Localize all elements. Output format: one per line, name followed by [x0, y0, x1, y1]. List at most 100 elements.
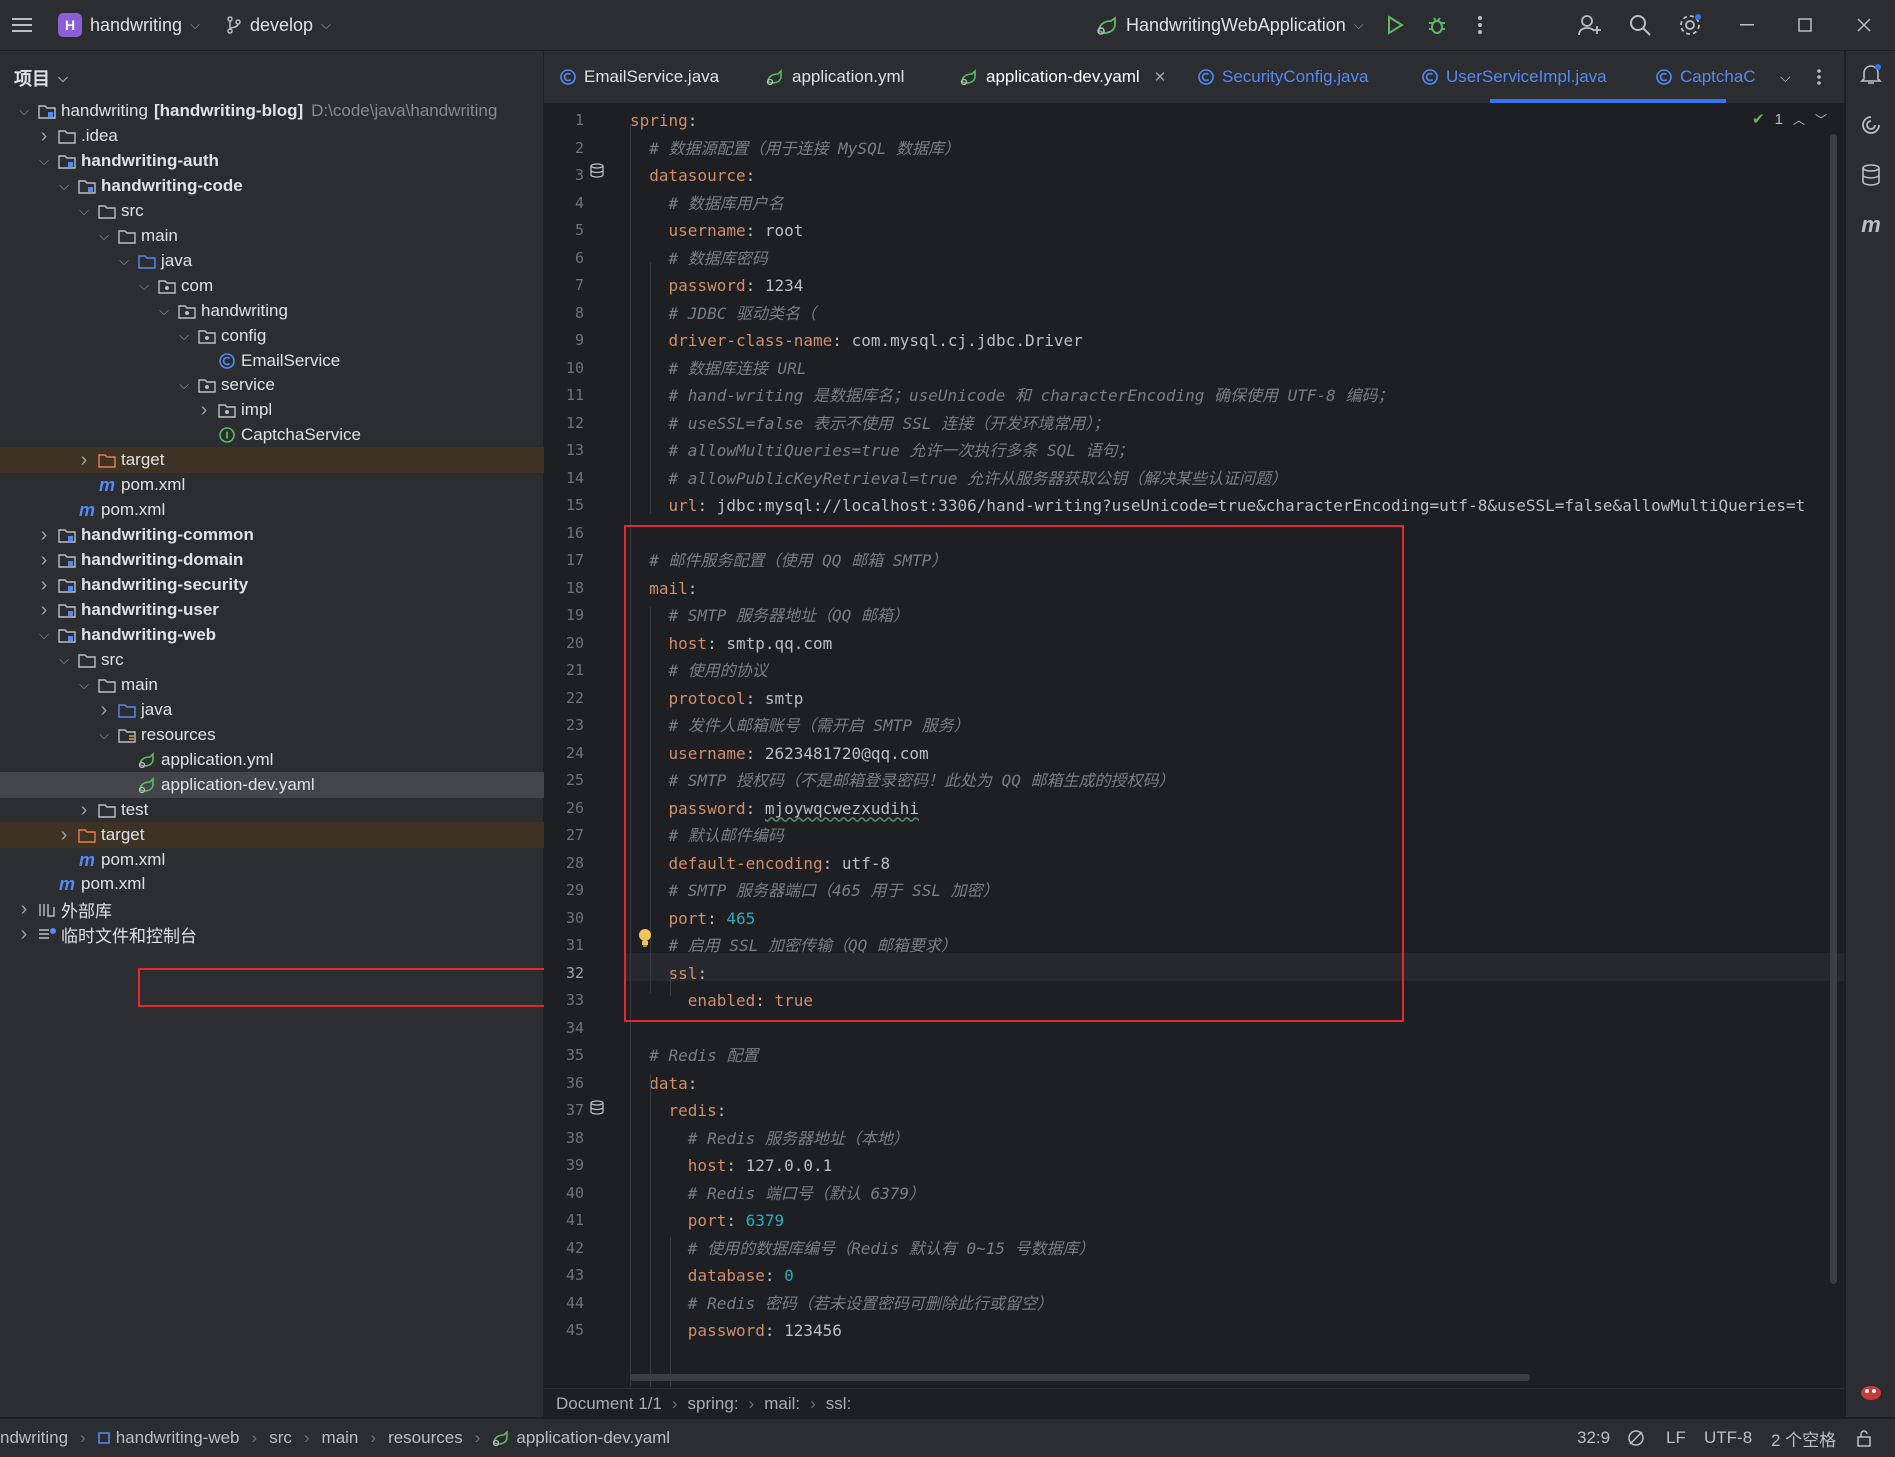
line-number-gutter[interactable]: 1 2 3 4 5 6 7 8 9 10 11 12 13 14 15 16 17 18 19 20 21 22 23 24 2…	[544, 104, 624, 1387]
collapse-chevron-icon[interactable]: ›	[76, 449, 92, 472]
collapse-chevron-icon[interactable]: ›	[36, 125, 52, 148]
code-line[interactable]: datasource:	[630, 162, 1844, 190]
tree-node[interactable]: › target	[0, 447, 619, 473]
maximize-window-icon[interactable]	[1793, 13, 1817, 37]
project-panel-header[interactable]: 项目 ⌵	[14, 65, 68, 91]
search-icon[interactable]	[1628, 13, 1652, 37]
code-line[interactable]: # 数据库用户名	[630, 190, 1844, 218]
run-icon[interactable]	[1383, 13, 1407, 37]
collapse-chevron-icon[interactable]: ›	[96, 699, 112, 722]
expand-chevron-icon[interactable]: ⌵	[36, 627, 52, 643]
code-line[interactable]: password: 1234	[630, 272, 1844, 300]
more-actions-icon[interactable]	[1468, 13, 1492, 37]
expand-chevron-icon[interactable]: ⌵	[156, 303, 172, 319]
code-line[interactable]: # 数据库连接 URL	[630, 355, 1844, 383]
tab-application-yml[interactable]: application.yml	[766, 51, 904, 103]
no-inspections-icon[interactable]	[1627, 1419, 1645, 1457]
expand-chevron-icon[interactable]: ⌵	[136, 278, 152, 294]
tree-node[interactable]: m pom.xml	[0, 871, 579, 897]
tree-node[interactable]: ⌵ handwriting-auth	[0, 148, 579, 174]
close-window-icon[interactable]	[1852, 13, 1876, 37]
code-line[interactable]: # 使用的数据库编号（Redis 默认有 0~15 号数据库）	[630, 1235, 1844, 1263]
tree-node[interactable]: ⌵ src	[0, 647, 599, 673]
lock-icon[interactable]	[1856, 1419, 1872, 1457]
project-selector[interactable]: H handwriting ⌵	[58, 0, 200, 50]
code-line[interactable]: # Redis 服务器地址（本地）	[630, 1125, 1844, 1153]
database-gutter-icon[interactable]	[590, 163, 606, 179]
code-line[interactable]: # hand-writing 是数据库名；useUnicode 和 charac…	[630, 382, 1844, 410]
code-line[interactable]: host: 127.0.0.1	[630, 1152, 1844, 1180]
next-highlight-icon[interactable]: ﹀	[1815, 111, 1827, 128]
code-line[interactable]: password: 123456	[630, 1317, 1844, 1345]
branch-selector[interactable]: develop ⌵	[226, 0, 331, 50]
tree-node[interactable]: m pom.xml	[0, 497, 599, 523]
breadcrumb-item[interactable]: ssl:	[826, 1394, 852, 1414]
expand-chevron-icon[interactable]: ⌵	[176, 377, 192, 393]
code-line[interactable]: username: root	[630, 217, 1844, 245]
tree-node[interactable]: ⌵ handwriting-web	[0, 622, 579, 648]
expand-chevron-icon[interactable]: ⌵	[56, 178, 72, 194]
nav-crumb[interactable]: resources	[388, 1428, 463, 1448]
code-line[interactable]: # Redis 端口号（默认 6379）	[630, 1180, 1844, 1208]
code-line[interactable]: database: 0	[630, 1262, 1844, 1290]
collapse-chevron-icon[interactable]: ›	[16, 898, 32, 921]
tree-node[interactable]: ⌵ main	[0, 672, 619, 698]
nav-crumb[interactable]: ndwriting	[0, 1428, 68, 1448]
tree-node[interactable]: › handwriting-security	[0, 572, 579, 598]
line-separator[interactable]: LF	[1666, 1419, 1686, 1457]
caret-position[interactable]: 32:9	[1577, 1419, 1610, 1457]
code-line[interactable]: # allowMultiQueries=true 允许一次执行多条 SQL 语句…	[630, 437, 1844, 465]
inspection-widget[interactable]: ✔ 1 ︿ ﹀	[1752, 110, 1827, 129]
code-line[interactable]: # Redis 配置	[630, 1042, 1844, 1070]
notifications-bell-icon[interactable]	[1859, 62, 1883, 86]
collapse-chevron-icon[interactable]: ›	[36, 599, 52, 622]
collapse-chevron-icon[interactable]: ›	[36, 524, 52, 547]
settings-gear-icon[interactable]	[1678, 13, 1702, 37]
tab-captcha-truncated[interactable]: CaptchaC	[1656, 51, 1766, 103]
tree-node[interactable]: m pom.xml	[0, 472, 619, 498]
code-line[interactable]: spring:	[630, 107, 1844, 135]
tree-node[interactable]: › test	[0, 797, 619, 823]
tree-node[interactable]: m pom.xml	[0, 847, 599, 873]
collapse-chevron-icon[interactable]: ›	[36, 549, 52, 572]
collapse-chevron-icon[interactable]: ›	[36, 574, 52, 597]
previous-highlight-icon[interactable]: ︿	[1793, 111, 1805, 128]
expand-chevron-icon[interactable]: ⌵	[96, 228, 112, 244]
code-line[interactable]: driver-class-name: com.mysql.cj.jdbc.Dri…	[630, 327, 1844, 355]
code-line[interactable]: # 数据库密码	[630, 245, 1844, 273]
code-line[interactable]: # allowPublicKeyRetrieval=true 允许从服务器获取公…	[630, 465, 1844, 493]
nav-crumb[interactable]: main	[322, 1428, 359, 1448]
vertical-scrollbar[interactable]	[1830, 134, 1837, 1284]
tree-node[interactable]: › handwriting-user	[0, 597, 579, 623]
tree-node[interactable]: › 外部库	[0, 896, 559, 922]
code-line[interactable]: # JDBC 驱动类名（	[630, 300, 1844, 328]
tree-node[interactable]: › handwriting-common	[0, 522, 579, 548]
tree-node[interactable]: › target	[0, 822, 599, 848]
nav-crumb[interactable]: handwriting-web	[116, 1428, 240, 1448]
tab-list-dropdown-icon[interactable]: ⌵	[1780, 51, 1791, 103]
tree-node[interactable]: ⌵ src	[0, 198, 619, 224]
tree-node[interactable]: ⌵ handwriting [handwriting-blog] D:\code\ja…	[0, 98, 559, 124]
expand-chevron-icon[interactable]: ⌵	[96, 727, 112, 743]
tab-email-service[interactable]: EmailService.java	[560, 51, 719, 103]
database-icon[interactable]	[1859, 163, 1883, 187]
debug-icon[interactable]	[1425, 13, 1449, 37]
tab-more-actions-icon[interactable]	[1816, 51, 1822, 103]
add-user-icon[interactable]	[1578, 13, 1602, 37]
nav-crumb[interactable]: src	[269, 1428, 292, 1448]
tab-security-config[interactable]: SecurityConfig.java	[1198, 51, 1368, 103]
close-tab-icon[interactable]: ✕	[1154, 68, 1167, 86]
tree-node[interactable]: ⌵ handwriting-code	[0, 173, 599, 199]
code-line[interactable]: # Redis 密码（若未设置密码可删除此行或留空）	[630, 1290, 1844, 1318]
expand-chevron-icon[interactable]: ⌵	[76, 203, 92, 219]
tree-node[interactable]: › handwriting-domain	[0, 547, 579, 573]
code-line[interactable]: data:	[630, 1070, 1844, 1098]
code-line[interactable]: url: jdbc:mysql://localhost:3306/hand-wr…	[630, 492, 1844, 520]
file-encoding[interactable]: UTF-8	[1704, 1419, 1752, 1457]
expand-chevron-icon[interactable]: ⌵	[76, 677, 92, 693]
nav-crumb[interactable]: application-dev.yaml	[516, 1428, 670, 1448]
indent-setting[interactable]: 2 个空格	[1771, 1419, 1836, 1457]
tab-user-service-impl[interactable]: UserServiceImpl.java	[1422, 51, 1607, 103]
collapse-chevron-icon[interactable]: ›	[16, 923, 32, 946]
expand-chevron-icon[interactable]: ⌵	[16, 103, 32, 119]
